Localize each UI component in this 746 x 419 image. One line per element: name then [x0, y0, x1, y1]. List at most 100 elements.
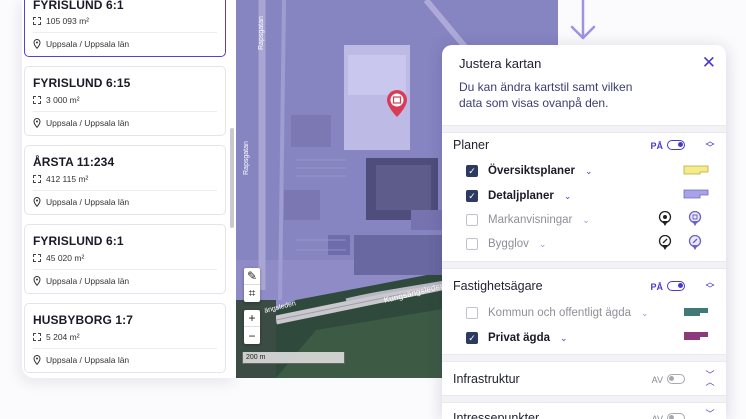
property-title: ÅRSTA 11:234 [33, 155, 115, 169]
layer-row[interactable]: Kommun och offentligt ägda ⌄ [466, 307, 649, 319]
property-card[interactable]: ÅRSTA 11:234 412 115 m² Uppsala / Uppsal… [24, 145, 226, 215]
property-title: HUSBYBORG 1:7 [33, 313, 133, 327]
checkbox-checked[interactable]: ✓ [466, 332, 478, 344]
checkbox-unchecked[interactable] [466, 307, 478, 319]
layer-row[interactable]: ✓ Privat ägda ⌄ [466, 332, 568, 344]
area-icon [33, 333, 41, 341]
location-pin-icon [33, 197, 41, 207]
close-icon[interactable]: ✕ [702, 54, 716, 71]
road-label: Rapsgatan [243, 141, 250, 175]
location-pin-icon [33, 118, 41, 128]
area-icon [33, 254, 41, 262]
checkbox-unchecked[interactable] [466, 214, 478, 226]
chevron-expand-icon[interactable]: ︿ ﹀ [704, 278, 716, 294]
layer-label: Översiktsplaner [488, 165, 575, 177]
layer-row[interactable]: ✓ Detaljplaner ⌄ [466, 190, 571, 202]
panel-title: Justera kartan [459, 56, 542, 71]
property-area: 412 115 m² [33, 174, 88, 184]
legend-icons [658, 235, 702, 250]
section-title-planer: Planer [453, 138, 490, 152]
location-pin-icon [33, 39, 41, 49]
marker-badge-icon [688, 211, 702, 226]
layer-label: Markanvisningar [488, 214, 573, 226]
hammer-pin-icon [658, 235, 672, 250]
divider [442, 354, 726, 362]
zoom-control: + − [244, 310, 260, 344]
marker-pin-icon [658, 211, 672, 226]
chevron-down-icon[interactable]: ⌄ [582, 215, 590, 226]
chevron-expand-icon[interactable]: ﹀︿ [704, 410, 716, 419]
area-icon [33, 96, 41, 104]
legend-icons [658, 211, 702, 226]
draw-toolbar: ✎ ⌗ [244, 268, 260, 302]
property-location: Uppsala / Uppsala län [33, 197, 129, 207]
property-title: FYRISLUND 6:1 [33, 0, 124, 12]
property-card[interactable]: HUSBYBORG 1:7 5 204 m² Uppsala / Uppsala… [24, 303, 226, 373]
toggle-infrastruktur[interactable] [667, 374, 685, 384]
layer-row[interactable]: ✓ Översiktsplaner ⌄ [466, 165, 592, 177]
pencil-icon[interactable]: ✎ [244, 268, 260, 285]
toggle-label: AV [651, 375, 663, 385]
property-card[interactable]: FYRISLUND 6:1 105 093 m² Uppsala / Uppsa… [24, 0, 226, 57]
property-card[interactable]: FYRISLUND 6:1 45 020 m² Uppsala / Uppsal… [24, 224, 226, 294]
layer-row[interactable]: Bygglov ⌄ [466, 238, 546, 250]
property-card[interactable]: FYRISLUND 6:15 3 000 m² Uppsala / Uppsal… [24, 66, 226, 136]
layer-label: Bygglov [488, 238, 529, 250]
location-pin-icon [33, 276, 41, 286]
location-pin-icon [33, 355, 41, 365]
checkbox-checked[interactable]: ✓ [466, 165, 478, 177]
map-settings-panel: Justera kartan ✕ Du kan ändra kartstil s… [442, 45, 726, 419]
layer-row[interactable]: Markanvisningar ⌄ [466, 214, 590, 226]
toggle-intressepunkter[interactable] [667, 413, 685, 419]
property-area: 105 093 m² [33, 16, 89, 26]
divider [33, 32, 217, 33]
property-title: FYRISLUND 6:15 [33, 76, 131, 90]
legend-swatch [684, 332, 708, 340]
property-location: Uppsala / Uppsala län [33, 118, 129, 128]
zoom-in-button[interactable]: + [244, 310, 260, 327]
property-area: 5 204 m² [33, 332, 80, 342]
divider [442, 261, 726, 269]
legend-swatch [683, 189, 709, 199]
divider [442, 395, 726, 403]
square-select-icon[interactable]: ⌗ [244, 285, 260, 302]
area-icon [33, 17, 41, 25]
property-title: FYRISLUND 6:1 [33, 234, 124, 248]
property-area: 3 000 m² [33, 95, 80, 105]
section-title-fastighetsagare: Fastighetsägare [453, 279, 543, 293]
legend-swatch [684, 308, 708, 316]
divider [33, 190, 217, 191]
area-icon [33, 175, 41, 183]
toggle-fastighetsagare[interactable] [667, 281, 685, 291]
chevron-down-icon[interactable]: ⌄ [585, 166, 593, 177]
chevron-down-icon[interactable]: ⌄ [641, 308, 649, 319]
layer-label: Privat ägda [488, 332, 550, 344]
toggle-label: PÅ [650, 141, 663, 151]
list-scrollbar[interactable] [230, 128, 234, 228]
legend-swatch [683, 165, 709, 175]
section-title-infrastruktur: Infrastruktur [453, 372, 520, 386]
zoom-out-button[interactable]: − [244, 327, 260, 344]
divider [33, 111, 217, 112]
checkbox-unchecked[interactable] [466, 238, 478, 250]
chevron-expand-icon[interactable]: ︿ ﹀ [704, 137, 716, 153]
divider [442, 125, 726, 133]
property-area: 45 020 m² [33, 253, 84, 263]
toggle-label: PÅ [650, 282, 663, 292]
divider [33, 348, 217, 349]
toggle-label: AV [651, 414, 663, 419]
chevron-down-icon[interactable]: ⌄ [560, 333, 568, 344]
layer-label: Kommun och offentligt ägda [488, 307, 631, 319]
layer-label: Detaljplaner [488, 190, 554, 202]
panel-description: Du kan ändra kartstil samt vilken data s… [459, 80, 633, 110]
chevron-down-icon[interactable]: ⌄ [564, 191, 572, 202]
road-label: Rapsgatan [258, 16, 265, 50]
toggle-planer[interactable] [667, 140, 685, 150]
property-location: Uppsala / Uppsala län [33, 355, 129, 365]
chevron-expand-icon[interactable]: ﹀︿ [704, 371, 716, 387]
hammer-badge-icon [688, 235, 702, 250]
property-list-panel: FYRISLUND 6:1 105 093 m² Uppsala / Uppsa… [22, 0, 236, 378]
section-title-intressepunkter: Intressepunkter [453, 411, 540, 419]
chevron-down-icon[interactable]: ⌄ [539, 239, 547, 250]
checkbox-checked[interactable]: ✓ [466, 190, 478, 202]
